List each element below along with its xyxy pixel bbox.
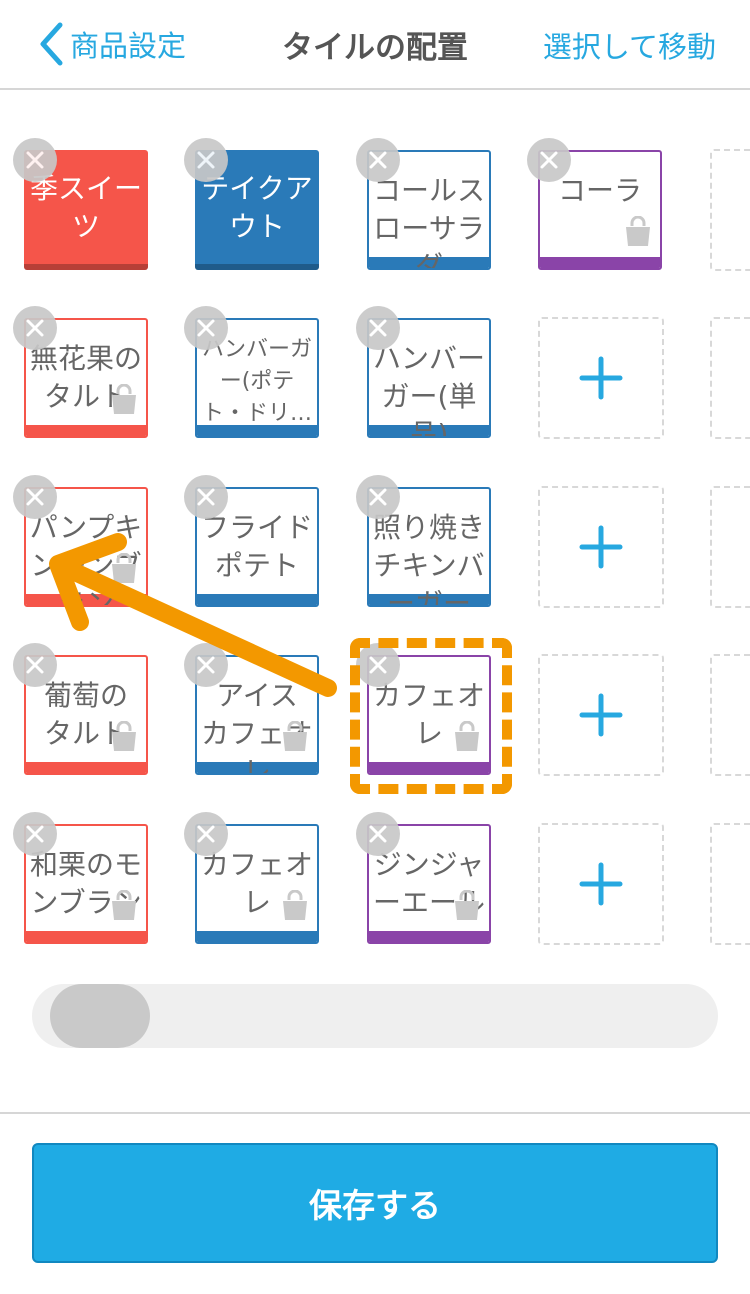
select-and-move-button[interactable]: 選択して移動: [543, 24, 716, 66]
remove-tile-button[interactable]: [356, 475, 400, 519]
tile-shadow: [195, 264, 319, 270]
remove-tile-button[interactable]: [13, 138, 57, 182]
close-icon: [369, 151, 387, 169]
remove-tile-button[interactable]: [356, 306, 400, 350]
tile-category-bar: [197, 931, 317, 942]
add-tile-slot[interactable]: [538, 317, 664, 439]
plus-icon: [579, 862, 623, 906]
remove-tile-button[interactable]: [13, 643, 57, 687]
takeout-bag-icon: [283, 890, 307, 920]
tile-category-bar: [197, 594, 317, 605]
tile-label: 照り焼き チキンバ ーガー: [369, 509, 489, 607]
remove-tile-button[interactable]: [13, 475, 57, 519]
close-icon: [197, 656, 215, 674]
remove-tile-button[interactable]: [184, 643, 228, 687]
tile-label-line: ウト: [228, 210, 285, 243]
tile-label: 季スイーツ: [24, 170, 148, 246]
tile-label-line: ポテト: [214, 549, 299, 582]
tile-label: テイクア ウト: [195, 170, 319, 246]
remove-tile-button[interactable]: [184, 306, 228, 350]
tile-label: フライド ポテト: [197, 509, 317, 585]
close-icon: [197, 488, 215, 506]
remove-tile-button[interactable]: [184, 138, 228, 182]
empty-tile-slot[interactable]: [710, 317, 750, 439]
remove-tile-button[interactable]: [356, 812, 400, 856]
back-button-label: 商品設定: [70, 29, 187, 63]
tile-label-line: ラン: [57, 587, 114, 607]
close-icon: [26, 151, 44, 169]
back-button[interactable]: 商品設定: [38, 20, 186, 68]
divider: [0, 1112, 750, 1114]
close-icon: [369, 488, 387, 506]
close-icon: [26, 825, 44, 843]
remove-tile-button[interactable]: [13, 812, 57, 856]
chevron-left-icon: [40, 22, 63, 66]
takeout-bag-icon: [112, 384, 136, 414]
add-tile-slot[interactable]: [538, 486, 664, 608]
close-icon: [369, 656, 387, 674]
close-icon: [369, 319, 387, 337]
tile-label-line: ーガー: [386, 587, 471, 607]
tile-label-line: ー(ポテ: [219, 369, 295, 394]
takeout-bag-icon: [626, 216, 650, 246]
empty-tile-slot[interactable]: [710, 823, 750, 945]
tile-label-line: ガー(単: [381, 380, 477, 413]
remove-tile-button[interactable]: [527, 138, 571, 182]
tile-grid: 季スイーツテイクア ウト コールス ローサラダコーラ 無花果の タルト ハンバーガ ー(ポテト…: [0, 90, 750, 970]
add-tile-slot[interactable]: [538, 823, 664, 945]
remove-tile-button[interactable]: [356, 643, 400, 687]
tile-label-line: ダ: [414, 250, 443, 270]
close-icon: [197, 825, 215, 843]
close-icon: [197, 319, 215, 337]
tile-category-bar: [26, 931, 146, 942]
horizontal-scrollbar[interactable]: [32, 984, 718, 1048]
remove-tile-button[interactable]: [184, 812, 228, 856]
takeout-bag-icon: [112, 553, 136, 583]
tile-label-line: ト・ドリ…: [201, 401, 312, 426]
empty-tile-slot[interactable]: [710, 486, 750, 608]
close-icon: [197, 151, 215, 169]
tile-category-bar: [369, 931, 489, 942]
scrollbar-thumb[interactable]: [50, 984, 150, 1048]
close-icon: [369, 825, 387, 843]
empty-tile-slot[interactable]: [710, 149, 750, 271]
takeout-bag-icon: [112, 890, 136, 920]
takeout-bag-icon: [455, 721, 479, 751]
tile-category-bar: [26, 762, 146, 773]
tile-category-bar: [540, 257, 660, 268]
close-icon: [26, 319, 44, 337]
close-icon: [26, 656, 44, 674]
navigation-bar: 商品設定 タイルの配置 選択して移動: [0, 0, 750, 90]
tile-category-bar: [369, 762, 489, 773]
tile-label-line: チキンバ: [373, 549, 485, 582]
takeout-bag-icon: [283, 721, 307, 751]
remove-tile-button[interactable]: [13, 306, 57, 350]
plus-icon: [579, 525, 623, 569]
add-tile-slot[interactable]: [538, 654, 664, 776]
tile-label-line: 品): [409, 418, 449, 438]
tile-label: コールス ローサラダ: [369, 172, 489, 270]
plus-icon: [579, 693, 623, 737]
remove-tile-button[interactable]: [356, 138, 400, 182]
close-icon: [26, 488, 44, 506]
tile-label-line: ローサラ: [373, 212, 485, 245]
tile-label: ハンバー ガー(単 品): [369, 340, 489, 438]
close-icon: [540, 151, 558, 169]
tile-label-line: レ: [242, 755, 271, 775]
tile-category-bar: [26, 425, 146, 436]
remove-tile-button[interactable]: [184, 475, 228, 519]
tile-label: ハンバーガ ー(ポテ ト・ドリ…: [197, 334, 317, 430]
takeout-bag-icon: [455, 890, 479, 920]
empty-tile-slot[interactable]: [710, 654, 750, 776]
plus-icon: [579, 356, 623, 400]
tile-label-line: ツ: [71, 210, 100, 243]
takeout-bag-icon: [112, 721, 136, 751]
tile-shadow: [24, 264, 148, 270]
save-button[interactable]: 保存する: [32, 1143, 718, 1263]
